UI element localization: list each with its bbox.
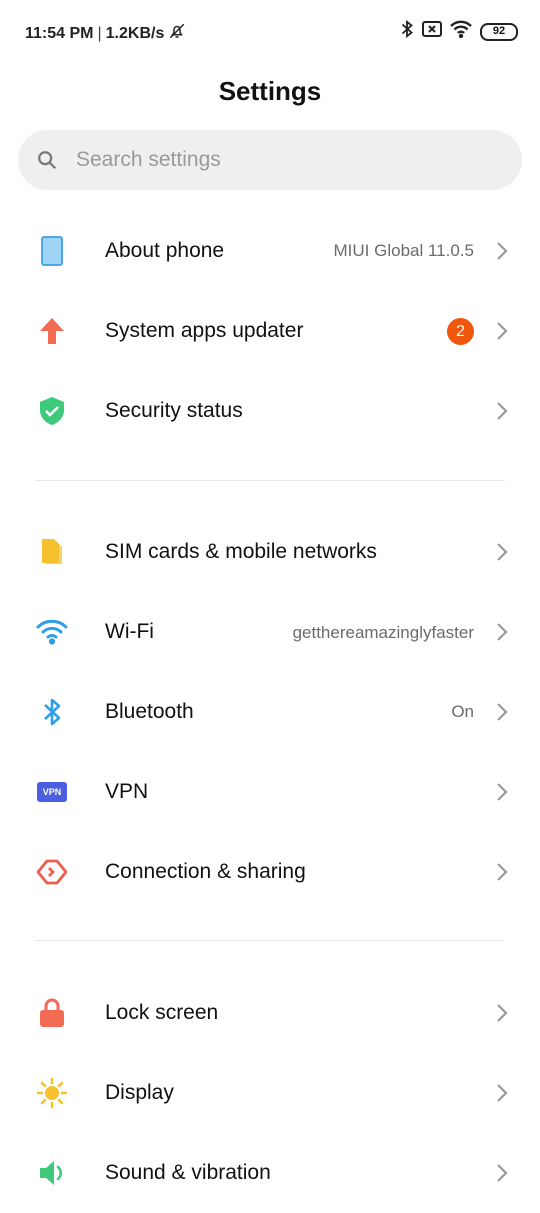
chevron-right-icon (497, 322, 508, 340)
chevron-right-icon (497, 1164, 508, 1182)
chevron-right-icon (497, 543, 508, 561)
chevron-right-icon (497, 242, 508, 260)
settings-item-system-apps-updater[interactable]: System apps updater 2 (0, 291, 540, 371)
item-label: Bluetooth (105, 700, 194, 723)
search-input[interactable] (74, 147, 478, 173)
wifi-network-name: getthereamazinglyfaster (292, 622, 474, 642)
bluetooth-icon (34, 694, 70, 730)
settings-item-connection-sharing[interactable]: Connection & sharing (0, 832, 540, 912)
chevron-right-icon (497, 623, 508, 641)
status-bar: 11:54 PM | 1.2KB/s 92 (0, 0, 540, 64)
item-label: Wi-Fi (105, 620, 154, 643)
search-bar[interactable] (18, 130, 522, 190)
item-label: About phone (105, 239, 225, 262)
item-label: Connection & sharing (105, 860, 306, 883)
item-value: On (451, 702, 474, 721)
wifi-icon (34, 614, 70, 650)
status-time: 11:54 PM (25, 24, 94, 42)
item-label: Display (105, 1081, 174, 1104)
bell-off-icon (168, 22, 186, 45)
search-icon (38, 151, 57, 170)
chevron-right-icon (497, 1004, 508, 1022)
chevron-right-icon (497, 703, 508, 721)
item-label: SIM cards & mobile networks (105, 540, 377, 563)
item-value: MIUI Global 11.0.5 (333, 241, 474, 260)
sun-icon (34, 1075, 70, 1111)
bluetooth-status-icon (400, 19, 414, 43)
status-left: 11:54 PM | 1.2KB/s (25, 22, 186, 45)
item-label: System apps updater (105, 319, 304, 342)
battery-level: 92 (492, 25, 506, 37)
status-right: 92 (400, 19, 518, 43)
battery-icon: 92 (480, 22, 518, 41)
item-label: Lock screen (105, 1001, 219, 1024)
section-divider (35, 480, 505, 481)
settings-item-sim-cards[interactable]: SIM cards & mobile networks (0, 512, 540, 592)
sim-card-icon (34, 534, 70, 570)
phone-icon (34, 233, 70, 269)
arrow-up-icon (34, 313, 70, 349)
lock-icon (34, 995, 70, 1031)
chevron-right-icon (497, 1084, 508, 1102)
chevron-right-icon (497, 863, 508, 881)
connection-sharing-icon (34, 854, 70, 890)
vpn-icon-label: VPN (37, 782, 67, 802)
chevron-right-icon (497, 402, 508, 420)
page-title: Settings (218, 76, 322, 106)
settings-item-display[interactable]: Display (0, 1053, 540, 1133)
item-label: VPN (105, 780, 149, 803)
wifi-status-icon (450, 20, 472, 43)
update-count-badge: 2 (447, 318, 474, 345)
settings-item-lock-screen[interactable]: Lock screen (0, 973, 540, 1053)
settings-item-about-phone[interactable]: About phone MIUI Global 11.0.5 (0, 211, 540, 291)
status-separator: | (97, 24, 102, 42)
chevron-right-icon (497, 783, 508, 801)
item-label: Sound & vibration (105, 1161, 271, 1184)
settings-item-bluetooth[interactable]: Bluetooth On (0, 672, 540, 752)
section-divider (35, 940, 505, 941)
settings-item-wifi[interactable]: Wi-Fi getthereamazinglyfaster (0, 592, 540, 672)
network-speed: 1.2KB/s (105, 24, 165, 42)
shield-check-icon (34, 393, 70, 429)
vpn-icon: VPN (34, 774, 70, 810)
speaker-icon (34, 1155, 70, 1191)
settings-item-vpn[interactable]: VPN VPN (0, 752, 540, 832)
item-label: Security status (105, 399, 243, 422)
settings-item-security-status[interactable]: Security status (0, 371, 540, 451)
sim-x-icon (422, 21, 442, 42)
settings-item-sound-vibration[interactable]: Sound & vibration (0, 1133, 540, 1213)
